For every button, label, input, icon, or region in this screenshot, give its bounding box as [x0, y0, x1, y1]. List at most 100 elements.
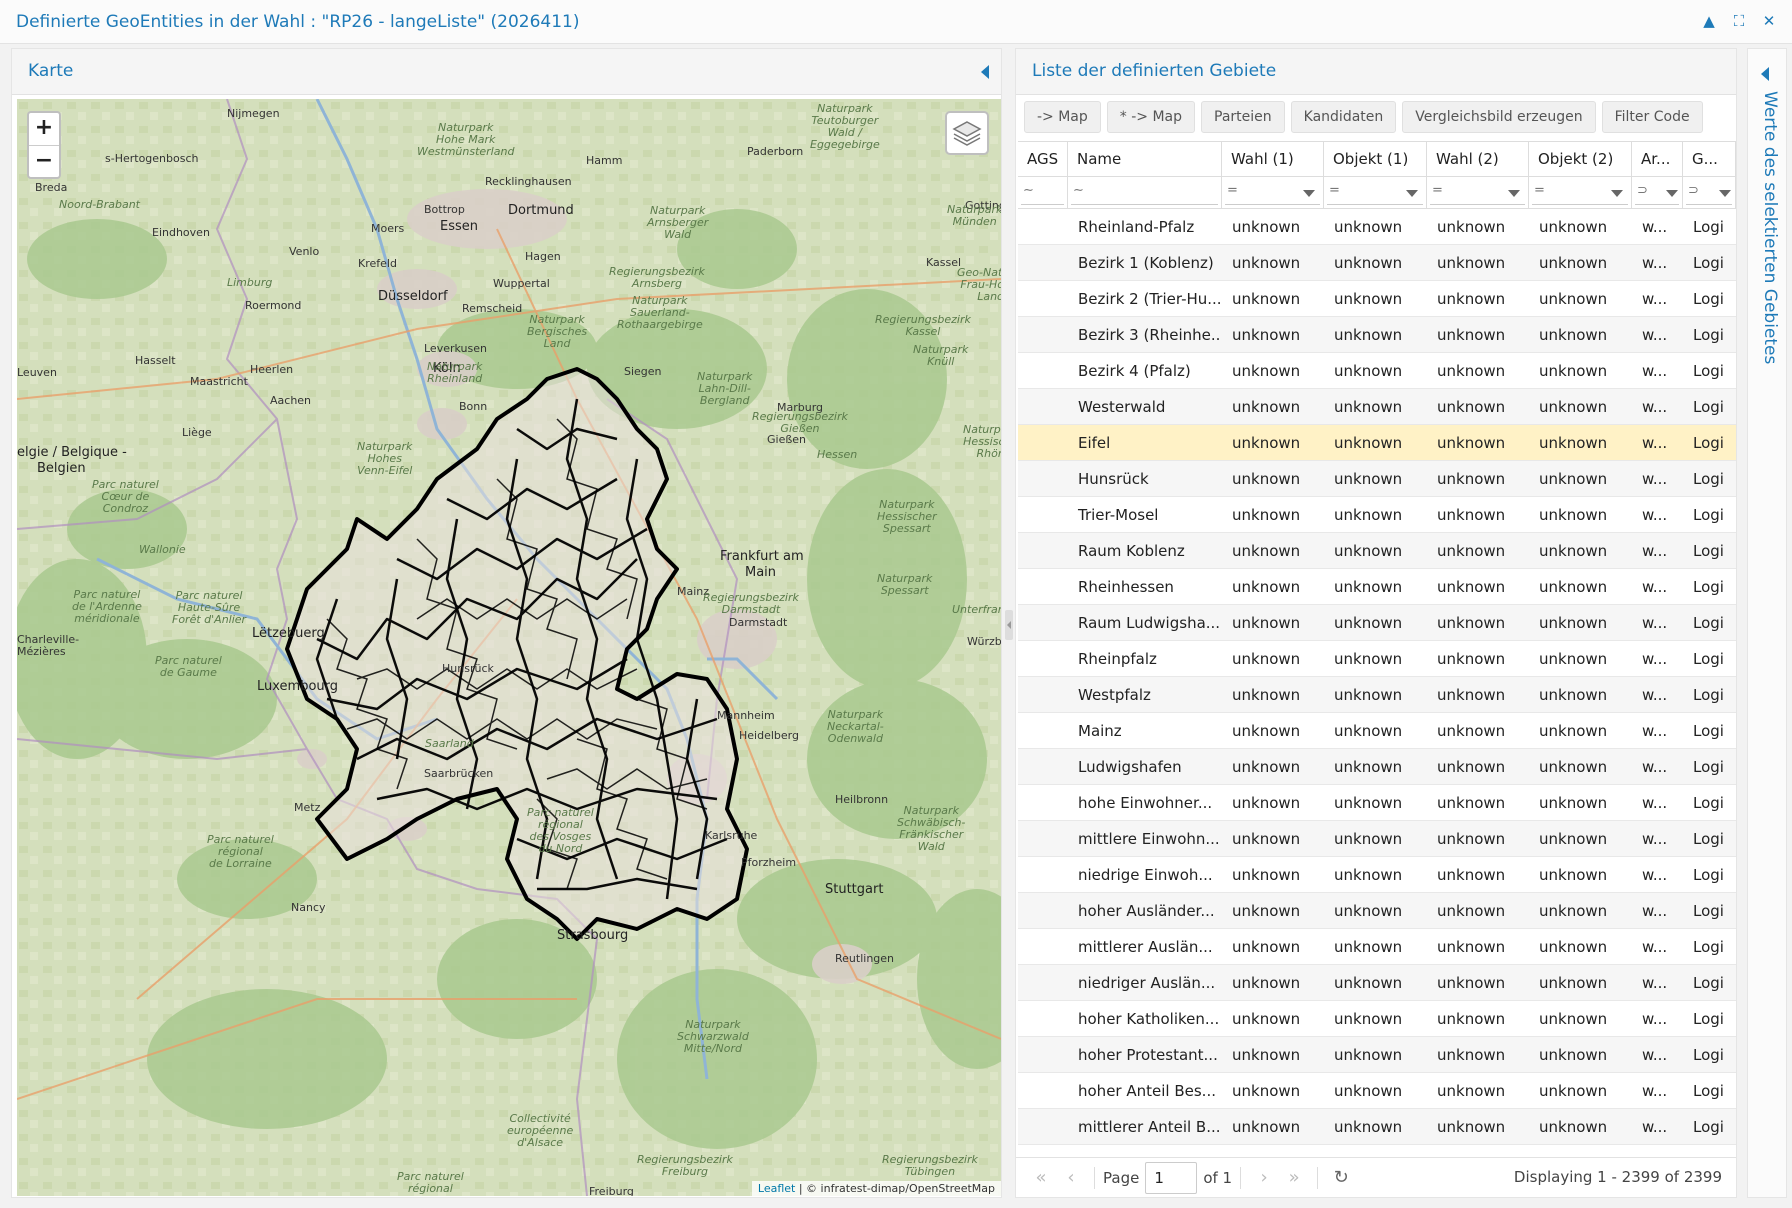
all-to-map-button[interactable]: * -> Map [1106, 101, 1196, 133]
table-row[interactable]: Bezirk 3 (Rheinhe... unknown unknown unknow… [1018, 317, 1736, 353]
parteien-button[interactable]: Parteien [1201, 101, 1285, 133]
table-row[interactable]: Bezirk 2 (Trier-Hu... unknown unknown unkno… [1018, 281, 1736, 317]
dropdown-caret-icon[interactable] [1611, 190, 1623, 197]
map-label: Karlsruhe [705, 829, 758, 842]
table-row[interactable]: Rheinhessen unknown unknown unknown unknown w… [1018, 569, 1736, 605]
kandidaten-button[interactable]: Kandidaten [1290, 101, 1397, 133]
page-label: Page [1103, 1168, 1140, 1187]
table-row[interactable]: Rheinland-Pfalz unknown unknown unknown unkn… [1018, 209, 1736, 245]
cell-art: w... [1642, 398, 1668, 416]
map-label: Luxembourg [257, 679, 339, 694]
column-filter-objekt-2[interactable]: = [1529, 177, 1632, 208]
close-icon[interactable]: ✕ [1760, 12, 1778, 30]
last-page-icon[interactable]: » [1279, 1167, 1309, 1188]
table-row[interactable]: Raum Ludwigsha... unknown unknown unknown un… [1018, 605, 1736, 641]
cell-g: Logi [1693, 326, 1724, 344]
cell-wahl-1: unknown [1232, 398, 1301, 416]
map-label: Hunsrück [442, 662, 494, 675]
column-header-ags[interactable]: AGS [1018, 142, 1068, 176]
table-row[interactable]: Bezirk 1 (Koblenz) unknown unknown unknown u… [1018, 245, 1736, 281]
caret-up-icon[interactable]: ▲ [1700, 12, 1718, 30]
pager-separator [1240, 1166, 1242, 1189]
table-row[interactable]: hoher Protestant... unknown unknown unknown… [1018, 1037, 1736, 1073]
table-row[interactable]: mittlerer Anteil B... unknown unknown unkno… [1018, 1109, 1736, 1145]
first-page-icon[interactable]: « [1026, 1167, 1056, 1188]
cell-art: w... [1642, 830, 1668, 848]
table-row[interactable]: Raum Koblenz unknown unknown unknown unknown… [1018, 533, 1736, 569]
filter-operator-icon: = [1329, 183, 1340, 198]
dropdown-caret-icon[interactable] [1303, 190, 1315, 197]
table-row[interactable]: Trier-Mosel unknown unknown unknown unknown w… [1018, 497, 1736, 533]
map-view[interactable]: Nijmegen s-Hertogenbosch Breda Noord-Bra… [17, 99, 1001, 1196]
table-row[interactable]: niedrige Einwoh... unknown unknown unknown u… [1018, 857, 1736, 893]
column-header-art[interactable]: Ar... [1632, 142, 1683, 176]
column-filter-name[interactable]: ∼ [1068, 177, 1222, 208]
column-header-name[interactable]: Name [1068, 142, 1222, 176]
table-row[interactable]: Hunsrück unknown unknown unknown unknown w...… [1018, 461, 1736, 497]
table-row[interactable]: Eifel unknown unknown unknown unknown w... Log… [1018, 425, 1736, 461]
zoom-out-button[interactable]: − [29, 145, 59, 177]
cell-wahl-2: unknown [1437, 398, 1506, 416]
zoom-in-button[interactable]: + [29, 113, 59, 145]
dropdown-caret-icon[interactable] [1666, 190, 1678, 197]
cell-g: Logi [1693, 758, 1724, 776]
page-input[interactable] [1145, 1161, 1198, 1194]
table-row[interactable]: hoher Ausländer... unknown unknown unknown u… [1018, 893, 1736, 929]
next-page-icon[interactable]: › [1249, 1167, 1279, 1188]
panel-splitter[interactable] [1005, 610, 1013, 640]
table-row[interactable]: niedriger Auslän... unknown unknown unknown… [1018, 965, 1736, 1001]
to-map-button[interactable]: -> Map [1024, 101, 1101, 133]
leaflet-link[interactable]: Leaflet [758, 1182, 795, 1195]
column-header-wahl-2[interactable]: Wahl (2) [1427, 142, 1529, 176]
map-label: Geo-Naturp.Frau-Holle-Land [957, 266, 1001, 303]
map-label: Naturpark Knüll [913, 343, 969, 368]
table-row[interactable]: hohe Einwohner... unknown unknown unknown un… [1018, 785, 1736, 821]
map-label: Metz [294, 801, 321, 814]
table-row[interactable]: Mainz unknown unknown unknown unknown w... Log… [1018, 713, 1736, 749]
dropdown-caret-icon[interactable] [1406, 190, 1418, 197]
layers-icon[interactable] [945, 111, 989, 155]
cell-objekt-1: unknown [1334, 650, 1403, 668]
table-row[interactable]: mittlerer Auslän... unknown unknown unknown… [1018, 929, 1736, 965]
filter-code-button[interactable]: Filter Code [1601, 101, 1703, 133]
column-filter-ags[interactable]: ∼ [1018, 177, 1068, 208]
table-row[interactable]: Ludwigshafen unknown unknown unknown unknown… [1018, 749, 1736, 785]
cell-art: w... [1642, 866, 1668, 884]
column-filter-wahl-2[interactable]: = [1427, 177, 1529, 208]
column-filter-art[interactable]: ⊃ [1632, 177, 1683, 208]
dropdown-caret-icon[interactable] [1508, 190, 1520, 197]
map-panel: Karte Nijmegen s-Hertogenbosch Breda Noo… [11, 48, 1002, 1198]
cell-ags [1018, 1001, 1068, 1036]
column-header-objekt-2[interactable]: Objekt (2) [1529, 142, 1632, 176]
details-side-panel[interactable]: Werte des selektierten Gebietes [1747, 48, 1787, 1198]
column-header-objekt-1[interactable]: Objekt (1) [1324, 142, 1427, 176]
collapse-left-icon[interactable] [981, 65, 989, 79]
table-row[interactable]: mittlere Einwohn... unknown unknown unknown… [1018, 821, 1736, 857]
table-row[interactable]: Westerwald unknown unknown unknown unknown w.… [1018, 389, 1736, 425]
maximize-icon[interactable]: ⛶ [1730, 12, 1748, 30]
vergleichsbild-button[interactable]: Vergleichsbild erzeugen [1402, 101, 1596, 133]
refresh-icon[interactable]: ↻ [1326, 1167, 1356, 1188]
cell-name: Westerwald [1078, 398, 1166, 416]
table-row[interactable]: hoher Anteil Bes... unknown unknown unknown… [1018, 1073, 1736, 1109]
cell-art: w... [1642, 1010, 1668, 1028]
cell-art: w... [1642, 650, 1668, 668]
cell-objekt-2: unknown [1539, 254, 1608, 272]
map-label: Freiburg [589, 1185, 634, 1196]
column-filter-wahl-1[interactable]: = [1222, 177, 1324, 208]
cell-objekt-2: unknown [1539, 794, 1608, 812]
table-row[interactable]: hoher Katholiken... unknown unknown unknown… [1018, 1001, 1736, 1037]
map-label: Naturpark Hohe Mark Westmünsterland [417, 121, 515, 158]
table-row[interactable]: Bezirk 4 (Pfalz) unknown unknown unknown unk… [1018, 353, 1736, 389]
dropdown-caret-icon[interactable] [1719, 190, 1731, 197]
column-header-wahl-1[interactable]: Wahl (1) [1222, 142, 1324, 176]
map-label: Parc naturel régional [397, 1170, 464, 1195]
table-row[interactable]: Westpfalz unknown unknown unknown unknown w..… [1018, 677, 1736, 713]
prev-page-icon[interactable]: ‹ [1056, 1167, 1086, 1188]
table-row[interactable]: Rheinpfalz unknown unknown unknown unknown w.… [1018, 641, 1736, 677]
map-label: Parc naturel Cœur de Condroz [92, 478, 159, 515]
expand-panel-icon[interactable] [1761, 67, 1769, 81]
column-filter-objekt-1[interactable]: = [1324, 177, 1427, 208]
column-filter-g[interactable]: ⊃ [1683, 177, 1736, 208]
column-header-g[interactable]: G... [1683, 142, 1736, 176]
